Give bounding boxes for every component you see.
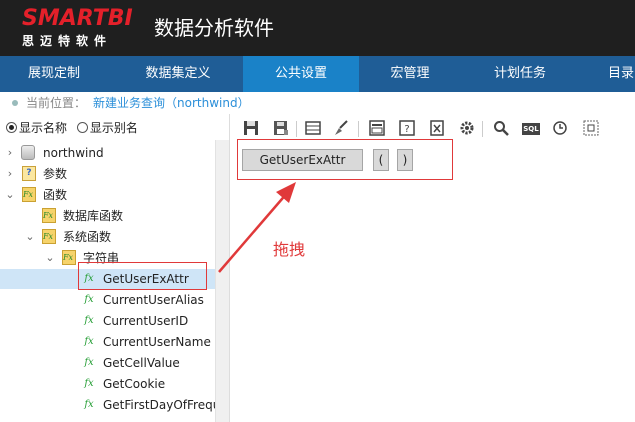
tree-node-functions[interactable]: ⌄ Fx 函数 [0, 185, 215, 205]
tree-node-currentuserid[interactable]: fx CurrentUserID [0, 311, 215, 331]
function-folder-icon: Fx [62, 250, 76, 265]
tree-node-label: 函数 [43, 188, 68, 202]
function-folder-icon: Fx [42, 229, 56, 244]
source-highlight-frame [78, 262, 207, 290]
database-icon [21, 145, 35, 160]
chevron-right-icon[interactable]: › [5, 143, 15, 163]
help-icon[interactable]: ? [398, 120, 416, 138]
function-folder-icon: Fx [22, 187, 36, 202]
app-title: 数据分析软件 [154, 16, 274, 40]
tree-node-label: 参数 [43, 167, 68, 181]
chevron-down-icon[interactable]: ⌄ [5, 185, 15, 205]
tree-node-label: northwind [43, 146, 104, 160]
toolbar-divider [296, 121, 297, 137]
tree-node-label: CurrentUserID [103, 314, 189, 328]
logo-text: SMARTBI [22, 6, 133, 31]
tree-node-label: CurrentUserAlias [103, 293, 204, 307]
radio-display-name[interactable] [6, 122, 17, 133]
tree-node-params[interactable]: › ? 参数 [0, 164, 215, 184]
table-icon[interactable] [304, 120, 322, 138]
fx-icon: fx [84, 357, 94, 368]
preview-icon[interactable] [368, 120, 386, 138]
search-icon[interactable] [492, 120, 510, 138]
tree-node-getfirstdayoffrequ[interactable]: fx GetFirstDayOfFrequ [0, 395, 215, 415]
tree-node-label: 数据库函数 [63, 209, 124, 223]
toolbar-divider [482, 121, 483, 137]
fx-icon: fx [84, 294, 94, 305]
radio-display-name-label[interactable]: 显示名称 [19, 121, 67, 135]
nav-item-dataset-definition[interactable]: 数据集定义 [120, 56, 236, 92]
sql-icon[interactable]: SQL [520, 120, 542, 138]
app-header: SMARTBI 思迈特软件 数据分析软件 [0, 0, 635, 56]
tree-node-system-functions[interactable]: ⌄ Fx 系统函数 [0, 227, 215, 247]
nav-item-display-custom[interactable]: 展现定制 [0, 56, 108, 92]
nav-item-public-settings[interactable]: 公共设置 [243, 56, 359, 92]
nav-item-scheduled-tasks[interactable]: 计划任务 [470, 56, 570, 92]
breadcrumb: 当前位置： 新建业务查询（northwind） [0, 92, 635, 114]
save-as-icon[interactable] [272, 120, 290, 138]
tree-node-northwind[interactable]: › northwind [0, 143, 215, 163]
param-folder-icon: ? [22, 166, 36, 181]
excel-icon[interactable] [428, 120, 446, 138]
nav-item-macro-management[interactable]: 宏管理 [359, 56, 461, 92]
tree-node-label: CurrentUserName [103, 335, 211, 349]
display-mode-radio-group: 显示名称 显示别名 [6, 119, 144, 137]
tree-node-currentuseralias[interactable]: fx CurrentUserAlias [0, 290, 215, 310]
toolbar-divider [358, 121, 359, 137]
tree-node-getcellvalue[interactable]: fx GetCellValue [0, 353, 215, 373]
expression-chip-close-paren[interactable]: ) [397, 149, 413, 171]
expression-chip-function[interactable]: GetUserExAttr [242, 149, 363, 171]
sql-icon-text: SQL [522, 123, 540, 135]
breadcrumb-dot-icon [12, 100, 18, 106]
tree-node-label: GetCookie [103, 377, 166, 391]
tree-node-db-functions[interactable]: Fx 数据库函数 [0, 206, 215, 226]
logo-subtext: 思迈特软件 [22, 34, 113, 48]
resize-icon[interactable] [582, 120, 600, 138]
breadcrumb-path-link[interactable]: 新建业务查询（northwind） [93, 92, 250, 114]
tree-node-getcookie[interactable]: fx GetCookie [0, 374, 215, 394]
tree-node-currentusername[interactable]: fx CurrentUserName [0, 332, 215, 352]
tree-node-label: 系统函数 [63, 230, 112, 244]
fx-icon: fx [84, 315, 94, 326]
tree-node-label: GetCellValue [103, 356, 180, 370]
clear-icon[interactable] [332, 120, 350, 138]
expression-chip-open-paren[interactable]: ( [373, 149, 389, 171]
expression-editor[interactable] [236, 142, 635, 422]
nav-item-directory[interactable]: 目录 [598, 56, 635, 92]
fx-icon: fx [84, 378, 94, 389]
clock-icon[interactable] [551, 120, 569, 138]
fx-icon: fx [84, 399, 94, 410]
chevron-right-icon[interactable]: › [5, 164, 15, 184]
chevron-down-icon[interactable]: ⌄ [25, 227, 35, 247]
main-nav: 展现定制 数据集定义 公共设置 宏管理 计划任务 目录 [0, 56, 635, 92]
smartbi-logo: SMARTBI 思迈特软件 [22, 7, 140, 51]
chevron-down-icon[interactable]: ⌄ [45, 248, 55, 268]
function-folder-icon: Fx [42, 208, 56, 223]
radio-display-alias[interactable] [76, 122, 88, 133]
radio-display-alias-label[interactable]: 显示别名 [90, 121, 138, 135]
drag-annotation-label: 拖拽 [273, 240, 306, 259]
tree-node-label: GetFirstDayOfFrequ [103, 398, 215, 412]
svg-text:?: ? [404, 124, 409, 135]
save-icon[interactable] [242, 120, 260, 138]
settings-icon[interactable] [458, 120, 476, 138]
fx-icon: fx [84, 336, 94, 347]
tree-scrollbar[interactable] [215, 140, 229, 422]
breadcrumb-label: 当前位置： [26, 96, 87, 110]
